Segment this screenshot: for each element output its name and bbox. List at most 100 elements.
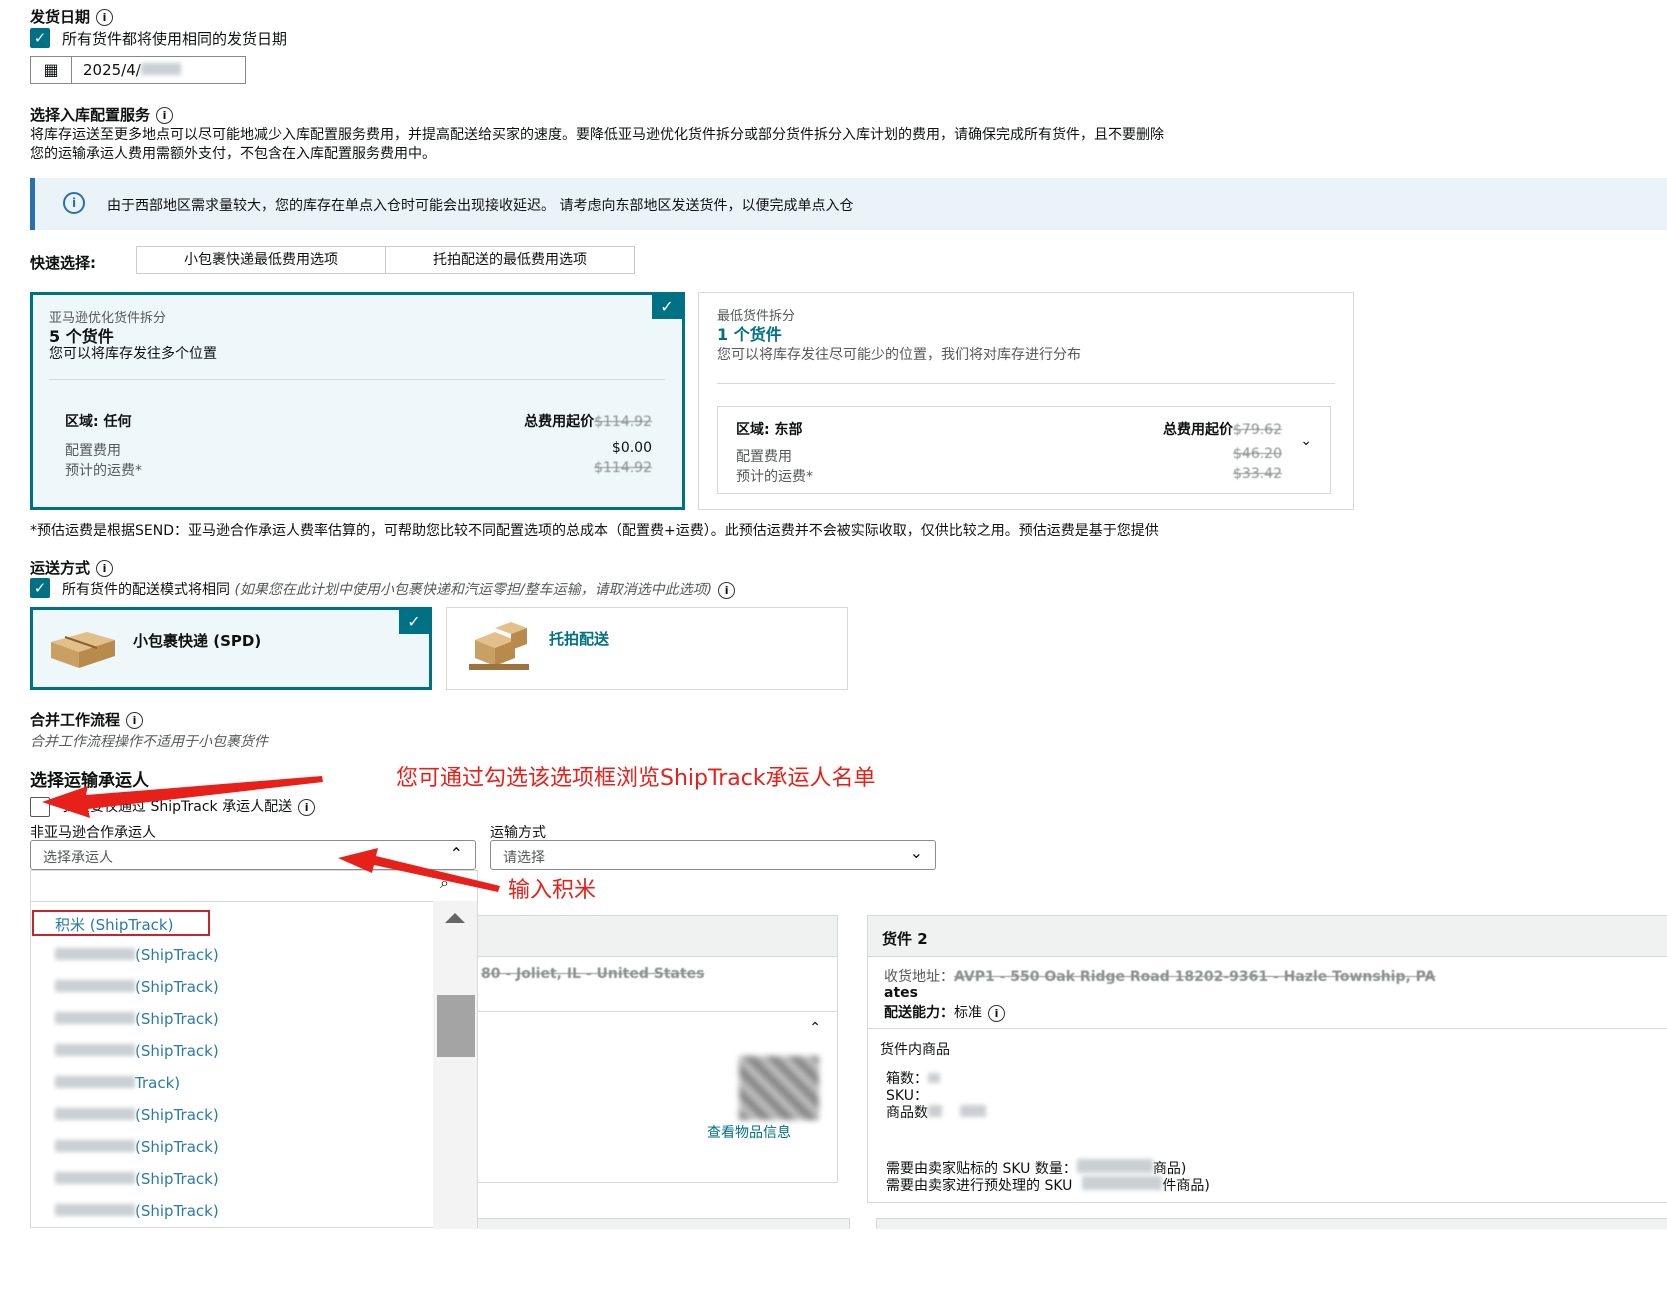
option-region: 区域: 东部	[736, 422, 803, 438]
option-card-optimized[interactable]: ✓ 亚马逊优化货件拆分 5 个货件 您可以将库存发往多个位置 区域: 任何 总费…	[30, 292, 685, 510]
same-mode-label: 所有货件的配送模式将相同 (如果您在此计划中使用小包裹快递和汽运零担/整车运输，…	[62, 579, 736, 599]
shipment-card-edge	[876, 1218, 1667, 1229]
chevron-up-icon[interactable]: ⌃	[450, 844, 463, 863]
option-desc: 您可以将库存发往多个位置	[49, 346, 217, 362]
divider	[717, 383, 1335, 384]
shipment-2-card: 货件 2 收货地址：AVP1 - 550 Oak Ridge Road 1820…	[867, 915, 1667, 1203]
carrier-option[interactable]: (ShipTrack)	[55, 1202, 219, 1220]
product-thumbnail	[739, 1056, 819, 1120]
annotation-note-input: 输入积米	[508, 878, 597, 903]
check-icon: ✓	[399, 610, 429, 634]
shipment-2-seller-prep: 需要由卖家进行预处理的 SKU 件商品)	[886, 1176, 1210, 1194]
option-fee-value: $0.00	[611, 440, 652, 456]
inbound-service-title: 选择入库配置服务 i	[30, 104, 174, 125]
option-shipping-value: $114.92	[594, 460, 652, 476]
ship-date-input[interactable]: ▦ 2025/4/	[30, 56, 246, 84]
scroll-thumb[interactable]	[437, 995, 475, 1057]
quick-select-spd-button[interactable]: 小包裹快递最低费用选项	[136, 246, 386, 274]
shipment-2-title: 货件 2	[882, 930, 928, 948]
box-icon	[51, 632, 115, 668]
option-card-minimal[interactable]: 最低货件拆分 1 个货件 您可以将库存发往尽可能少的位置，我们将对库存进行分布 …	[698, 292, 1354, 510]
ship-date-value: 2025/4/	[83, 61, 141, 79]
shipment-1-card: 80 - Joliet, IL - United States ⌃ 查看物品信息	[476, 915, 838, 1183]
same-mode-checkbox[interactable]: ✓	[30, 578, 50, 598]
shiptrack-only-checkbox[interactable]	[30, 797, 50, 817]
option-title: 1 个货件	[717, 325, 782, 344]
carrier-option[interactable]: (ShipTrack)	[55, 1010, 219, 1028]
view-items-link[interactable]: 查看物品信息	[707, 1122, 791, 1142]
carrier-option[interactable]: Track)	[55, 1074, 180, 1092]
option-shipping-label: 预计的运费*	[65, 463, 142, 479]
carrier-search-input[interactable]: ⌕	[31, 871, 477, 902]
carrier-select-placeholder: 选择承运人	[43, 850, 113, 866]
chevron-down-icon[interactable]: ⌄	[1300, 433, 1312, 449]
check-icon: ✓	[652, 295, 682, 319]
shipment-card-edge	[476, 1218, 850, 1229]
shipment-2-address-tail: ates	[884, 985, 918, 1001]
region-box[interactable]: 区域: 东部 总费用起价$79.62 ⌄ 配置费用 $46.20 预计的运费* …	[717, 406, 1331, 494]
option-fee-value: $46.20	[1233, 446, 1282, 462]
option-desc: 您可以将库存发往尽可能少的位置，我们将对库存进行分布	[717, 347, 1081, 363]
notice-banner: i 由于西部地区需求量较大，您的库存在单点入仓时可能会出现接收延迟。 请考虑向东…	[30, 178, 1667, 230]
merge-desc: 合并工作流程操作不适用于小包裹货件	[30, 734, 268, 750]
carrier-title: 选择运输承运人	[30, 771, 149, 791]
spd-label: 小包裹快递 (SPD)	[133, 632, 262, 650]
same-date-label: 所有货件都将使用相同的发货日期	[62, 30, 288, 48]
shipment-2-capability: 配送能力：标准 i	[884, 1002, 1005, 1022]
carrier-option[interactable]: 积米 (ShipTrack)	[55, 914, 173, 935]
scroll-up-icon[interactable]	[445, 913, 465, 923]
option-fee-label: 配置费用	[65, 443, 121, 459]
shipment-2-address: 收货地址：AVP1 - 550 Oak Ridge Road 18202-936…	[884, 969, 1436, 985]
pallet-icon	[469, 622, 529, 670]
same-date-checkbox[interactable]: ✓	[30, 28, 50, 48]
quick-select-ltl-button[interactable]: 托拍配送的最低费用选项	[385, 246, 635, 274]
transport-mode-select[interactable]: 请选择 ⌄	[490, 840, 936, 870]
info-icon[interactable]: i	[988, 1004, 1005, 1022]
info-icon[interactable]: i	[156, 107, 174, 124]
chevron-up-icon[interactable]: ⌃	[809, 1020, 821, 1036]
option-total: 总费用起价$114.92	[524, 414, 652, 430]
divider	[49, 379, 665, 380]
carrier-option[interactable]: (ShipTrack)	[55, 1170, 219, 1188]
info-icon[interactable]: i	[96, 9, 114, 26]
carrier-option[interactable]: (ShipTrack)	[55, 1138, 219, 1156]
carrier-option[interactable]: (ShipTrack)	[55, 1042, 219, 1060]
shipping-mode-ltl-card[interactable]: 托拍配送	[446, 607, 848, 690]
option-total: 总费用起价$79.62	[1163, 422, 1282, 438]
transport-mode-label: 运输方式	[490, 825, 546, 841]
info-icon[interactable]: i	[126, 712, 144, 729]
quick-select-label: 快速选择:	[30, 254, 96, 272]
annotation-note-shiptrack: 您可通过勾选该选项框浏览ShipTrack承运人名单	[396, 766, 876, 791]
shipping-mode-spd-card[interactable]: ✓ 小包裹快递 (SPD)	[30, 607, 432, 690]
shiptrack-only-label: 我只要仅通过 ShipTrack 承运人配送 i	[62, 796, 316, 816]
merge-title: 合并工作流程 i	[30, 709, 144, 730]
search-icon[interactable]: ⌕	[440, 873, 449, 893]
carrier-option[interactable]: (ShipTrack)	[55, 946, 219, 964]
info-icon[interactable]: i	[718, 581, 736, 599]
ship-date-title: 发货日期 i	[30, 6, 114, 27]
option-shipping-label: 预计的运费*	[736, 469, 813, 485]
transport-mode-placeholder: 请选择	[503, 850, 545, 866]
option-shipping-value: $33.42	[1233, 466, 1282, 482]
carrier-option[interactable]: (ShipTrack)	[55, 1106, 219, 1124]
inbound-service-desc-1: 将库存运送至更多地点可以尽可能地减少入库配置服务费用，并提高配送给买家的速度。要…	[30, 127, 1164, 143]
inbound-service-desc-2: 您的运输承运人费用需额外支付，不包含在入库配置服务费用中。	[30, 146, 436, 162]
shipment-2-items-title: 货件内商品	[880, 1042, 950, 1058]
info-icon[interactable]: i	[96, 560, 114, 577]
chevron-down-icon[interactable]: ⌄	[910, 843, 923, 862]
shipping-footnote: *预估运费是根据SEND：亚马逊合作承运人费率估算的，可帮助您比较不同配置选项的…	[30, 523, 1159, 539]
scrollbar[interactable]	[433, 901, 477, 1229]
option-fee-label: 配置费用	[736, 449, 792, 465]
option-region: 区域: 任何	[65, 414, 132, 430]
info-icon[interactable]: i	[298, 798, 316, 816]
carrier-option[interactable]: (ShipTrack)	[55, 978, 219, 996]
ltl-label: 托拍配送	[549, 630, 610, 648]
calendar-icon[interactable]: ▦	[31, 57, 72, 83]
shipment-2-units: 商品数	[886, 1102, 987, 1122]
shipping-mode-title: 运送方式 i	[30, 557, 114, 578]
carrier-select[interactable]: 选择承运人 ⌃	[30, 840, 476, 870]
shipment-1-address: 80 - Joliet, IL - United States	[481, 966, 705, 982]
info-icon: i	[63, 192, 85, 214]
non-partner-label: 非亚马逊合作承运人	[30, 825, 156, 841]
notice-text: 由于西部地区需求量较大，您的库存在单点入仓时可能会出现接收延迟。 请考虑向东部地…	[107, 198, 854, 214]
